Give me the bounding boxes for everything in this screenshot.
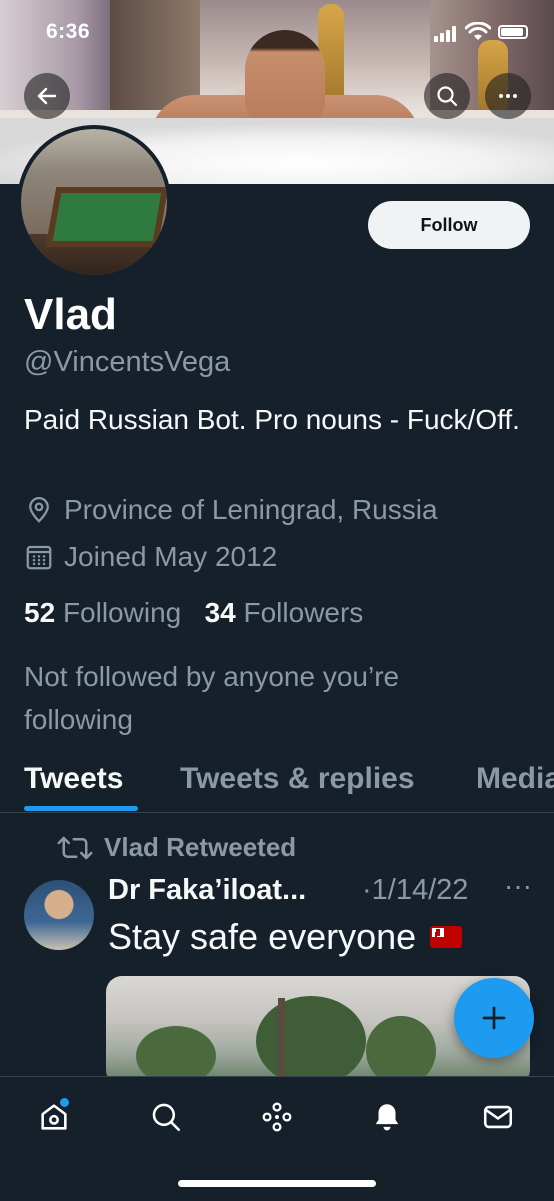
- followers-link[interactable]: 34 Followers: [205, 597, 364, 628]
- profile-joined: Joined May 2012: [24, 541, 277, 573]
- home-notification-dot: [60, 1098, 69, 1107]
- messages-icon: [483, 1105, 513, 1129]
- tweet-more-button[interactable]: ···: [504, 870, 532, 902]
- more-icon: [499, 94, 517, 98]
- follow-button[interactable]: Follow: [368, 201, 530, 249]
- more-button[interactable]: [485, 73, 531, 119]
- wifi-icon: [465, 22, 491, 40]
- active-tab-indicator: [24, 806, 138, 811]
- profile-avatar[interactable]: [17, 125, 171, 279]
- tweet-author-name[interactable]: Dr Faka’iloat...: [108, 874, 306, 907]
- profile-tabs: Tweets Tweets & replies Media: [0, 750, 554, 813]
- spaces-icon: [262, 1102, 292, 1132]
- retweet-context[interactable]: Vlad Retweeted: [56, 832, 296, 863]
- followers-label: Followers: [243, 597, 364, 628]
- search-button[interactable]: [424, 73, 470, 119]
- following-label: Following: [62, 597, 182, 628]
- follow-counts: 52 Following 34 Followers: [24, 597, 363, 629]
- tab-tweets[interactable]: Tweets: [24, 762, 123, 796]
- status-time: 6:36: [46, 20, 91, 43]
- image-utility-pole: [278, 998, 285, 1086]
- tonga-flag-emoji: [430, 926, 463, 948]
- nav-home[interactable]: [24, 1097, 84, 1137]
- profile-name: Vlad: [24, 290, 117, 339]
- image-tree: [256, 996, 366, 1086]
- tab-tweets-replies[interactable]: Tweets & replies: [180, 762, 415, 796]
- compose-tweet-button[interactable]: [454, 978, 534, 1058]
- tab-media[interactable]: Media: [476, 762, 554, 796]
- battery-icon: [498, 25, 528, 39]
- nav-messages[interactable]: [468, 1097, 528, 1137]
- profile-location: Province of Leningrad, Russia: [24, 494, 438, 526]
- tweet-date[interactable]: ·1/14/22: [362, 874, 468, 907]
- search-icon: [437, 86, 458, 107]
- signal-icon: [434, 26, 456, 42]
- retweet-label: Vlad Retweeted: [104, 832, 297, 862]
- nav-search[interactable]: [136, 1097, 196, 1137]
- tweet-author-avatar[interactable]: [24, 880, 94, 950]
- following-link[interactable]: 52 Following: [24, 597, 181, 628]
- profile-bio: Paid Russian Bot. Pro nouns - Fuck/Off.: [24, 404, 520, 435]
- calendar-icon: [26, 545, 52, 570]
- avatar-pool-table: [45, 187, 167, 247]
- location-text: Province of Leningrad, Russia: [64, 494, 438, 525]
- retweet-icon: [57, 836, 93, 859]
- not-followed-notice: Not followed by anyone you’re following: [24, 661, 400, 735]
- notifications-icon: [375, 1104, 399, 1131]
- followers-count: 34: [204, 597, 236, 628]
- location-pin-icon: [29, 497, 49, 523]
- back-arrow-icon: [37, 87, 57, 105]
- nav-spaces[interactable]: [247, 1097, 307, 1137]
- following-count: 52: [24, 597, 56, 628]
- search-icon: [152, 1103, 181, 1132]
- tweet-text-content: Stay safe everyone: [108, 916, 417, 957]
- status-bar: 6:36: [0, 0, 554, 60]
- home-indicator: [178, 1180, 376, 1187]
- tweet-text: Stay safe everyone: [108, 916, 463, 958]
- plus-icon: [482, 1006, 506, 1030]
- nav-notifications[interactable]: [357, 1097, 417, 1137]
- joined-text: Joined May 2012: [64, 541, 278, 572]
- profile-handle: @VincentsVega: [24, 346, 231, 378]
- back-button[interactable]: [24, 73, 70, 119]
